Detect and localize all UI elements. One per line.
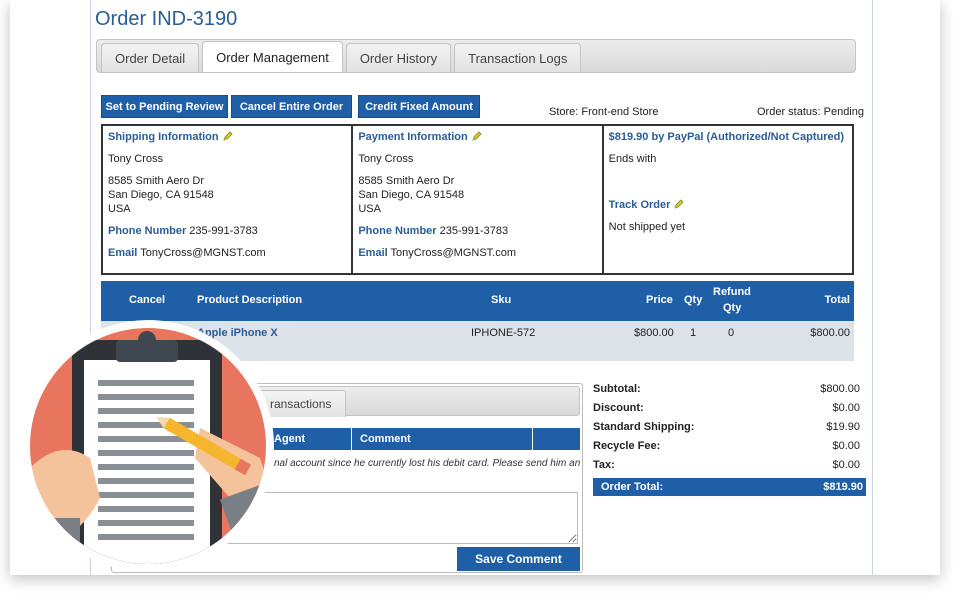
pencil-icon[interactable] [222,131,233,141]
tab-order-detail[interactable]: Order Detail [101,43,200,72]
tax-label: Tax: [593,459,615,471]
page-title: Order IND-3190 [95,8,238,30]
cancel-order-button[interactable]: Cancel Entire Order [231,95,352,118]
column-divider [532,428,533,450]
product-sku: IPHONE-572 [471,327,536,339]
save-comment-button[interactable]: Save Comment [457,547,580,571]
store-label: Store: Front-end Store [549,106,659,118]
track-order-link[interactable]: Track Order [609,199,671,211]
paypal-heading: $819.90 by PayPal (Authorized/Not Captur… [608,131,844,143]
shipping-email-label: Email [108,247,138,259]
col-sku: Sku [491,294,512,306]
shipping-address1: 8585 Smith Aero Dr [108,175,204,187]
payment-info: Payment Information Tony Cross 8585 Smit… [351,126,601,273]
shipping-address2: San Diego, CA 91548 [108,189,214,201]
order-totals: Subtotal: $800.00 Discount: $0.00 Standard… [593,383,866,496]
order-total-label: Order Total: [601,481,664,493]
shipping-phone: 235-991-3783 [189,225,258,237]
shipping-heading: Shipping Information [108,131,219,143]
track-status: Not shipped yet [608,221,686,233]
tab-order-management[interactable]: Order Management [202,41,343,72]
order-info-panel: Shipping Information Tony Cross 8585 Smi… [101,124,854,275]
pencil-icon[interactable] [674,199,684,209]
discount-value: $0.00 [832,402,860,414]
product-total: $800.00 [810,327,850,339]
subtotal-label: Subtotal: [593,383,641,395]
shipping-info: Shipping Information Tony Cross 8585 Smi… [103,126,351,273]
col-agent: Agent [274,433,306,445]
paypal-ends-with: Ends with [608,153,657,165]
product-price: $800.00 [634,327,674,339]
pencil-icon[interactable] [472,131,482,141]
payment-email: TonyCross@MGNST.com [390,247,517,259]
paypal-info: $819.90 by PayPal (Authorized/Not Captur… [601,126,852,273]
payment-name: Tony Cross [358,153,414,165]
shipping-email: TonyCross@MGNST.com [140,247,266,259]
recycle-fee-value: $0.00 [832,440,860,452]
payment-country: USA [358,203,381,215]
col-comment: Comment [360,433,411,445]
payment-phone: 235-991-3783 [439,225,509,237]
clipboard-illustration [22,320,274,572]
app-frame: Order IND-3190 Order Detail Order Manage… [10,0,940,575]
payment-heading: Payment Information [358,131,468,143]
order-total-bar: Order Total: $819.90 [593,478,866,496]
product-qty: 1 [690,327,697,339]
set-pending-review-button[interactable]: Set to Pending Review [101,95,228,118]
col-price: Price [646,294,673,306]
payment-phone-label: Phone Number [358,225,437,237]
order-status: Order status: Pending [756,106,864,118]
payment-address1: 8585 Smith Aero Dr [358,175,455,187]
shipping-label: Standard Shipping: [593,421,695,433]
items-table-header: Cancel Product Description Sku Price Qty… [101,281,854,321]
shipping-name: Tony Cross [108,153,164,165]
order-total-value: $819.90 [823,481,863,493]
tab-transaction-logs[interactable]: Transaction Logs [454,43,582,72]
payment-address2: San Diego, CA 91548 [358,189,465,201]
shipping-country: USA [108,203,131,215]
shipping-phone-label: Phone Number [108,225,187,237]
col-description: Product Description [197,294,303,306]
discount-label: Discount: [593,402,644,414]
col-cancel: Cancel [129,294,166,306]
col-total: Total [824,294,850,306]
column-divider [351,428,352,450]
tab-order-history[interactable]: Order History [345,43,452,72]
subtotal-value: $800.00 [820,383,860,395]
col-refund-qty: Qty [723,302,742,314]
col-refund: Refund [713,286,751,298]
credit-fixed-amount-button[interactable]: Credit Fixed Amount [358,95,480,118]
payment-email-label: Email [358,247,388,259]
recycle-fee-label: Recycle Fee: [593,440,661,452]
tax-value: $0.00 [832,459,860,471]
product-refund-qty: 0 [728,327,735,339]
col-qty: Qty [684,294,703,306]
shipping-value: $19.90 [826,421,860,433]
order-tabs: Order Detail Order Management Order Hist… [96,39,856,73]
